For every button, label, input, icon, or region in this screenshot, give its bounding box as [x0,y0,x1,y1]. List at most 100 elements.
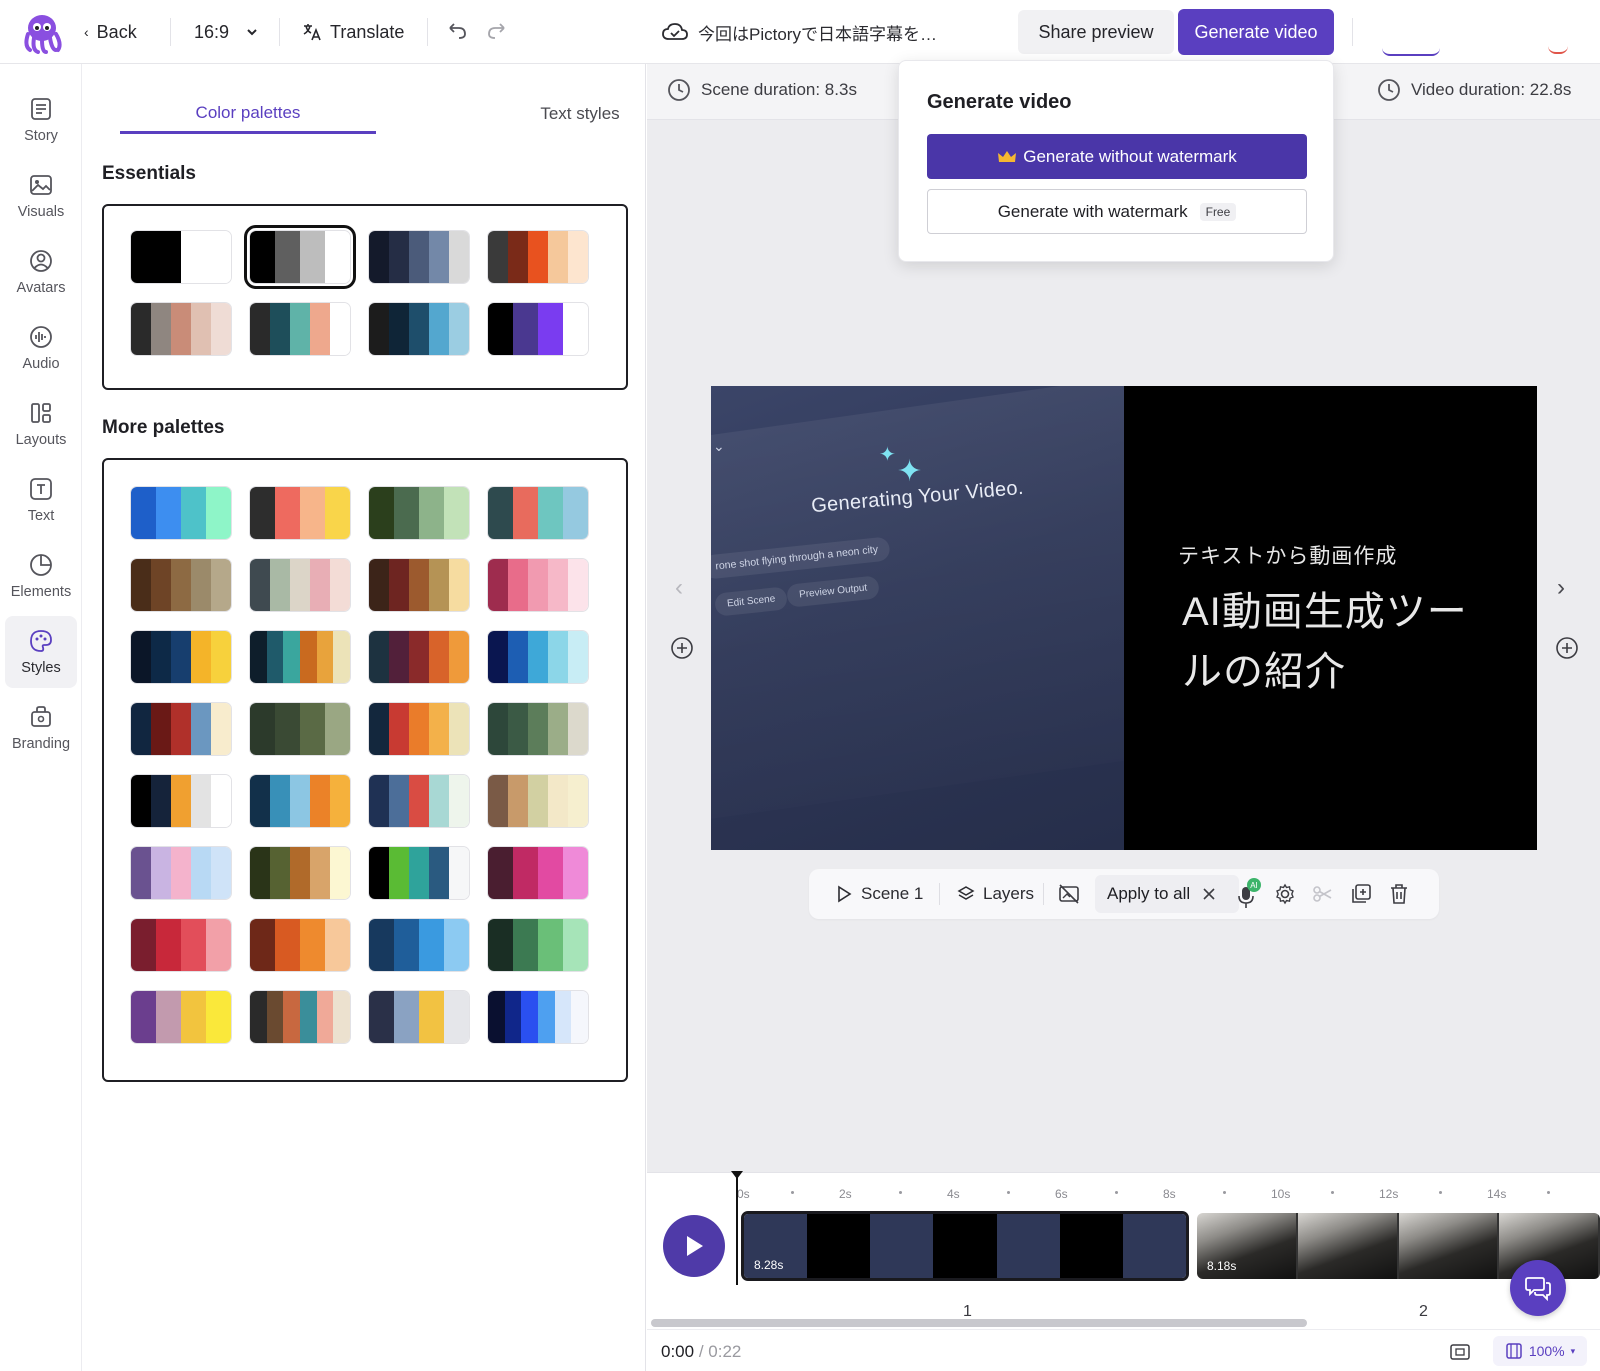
palette-swatch[interactable] [249,918,351,972]
palette-swatch[interactable] [249,302,351,356]
palette-swatch[interactable] [249,846,351,900]
palette-swatch[interactable] [487,774,589,828]
palette-swatch[interactable] [487,846,589,900]
rail-item-branding[interactable]: Branding [5,692,77,764]
palette-swatch[interactable] [130,230,232,284]
playhead[interactable] [731,1171,743,1285]
rail-item-text[interactable]: Text [5,464,77,536]
undo-button[interactable] [444,14,468,50]
palette-swatch[interactable] [130,302,232,356]
palette-swatch[interactable] [130,558,232,612]
scene-preview[interactable]: ⌄ ✦ ✦ Generating Your Video. rone shot f… [711,386,1537,850]
chat-support-button[interactable] [1510,1260,1566,1316]
palette-swatch[interactable] [487,990,589,1044]
palette-swatch[interactable] [368,846,470,900]
palette-swatch[interactable] [130,990,232,1044]
palette-swatch[interactable] [487,918,589,972]
palette-swatch[interactable] [244,225,356,289]
palette-color [290,847,310,899]
duplicate-icon[interactable] [1349,882,1373,906]
palette-swatch[interactable] [368,302,470,356]
layers-button[interactable]: Layers [957,869,1034,919]
timeline-clip-scene-1[interactable]: 8.28s [741,1211,1189,1281]
zoom-control[interactable]: 100% ▾ [1493,1336,1587,1366]
aspect-ratio-select[interactable]: 16:9 [194,14,259,50]
palette-swatch[interactable] [368,990,470,1044]
share-preview-button[interactable]: Share preview [1018,10,1174,54]
palette-swatch[interactable] [249,486,351,540]
palette-swatch[interactable] [368,774,470,828]
translate-button[interactable]: Translate [302,14,404,50]
palette-swatch[interactable] [487,302,589,356]
ai-voice-button[interactable]: AI [1235,878,1261,910]
redo-button[interactable] [486,14,510,50]
palette-swatch[interactable] [249,558,351,612]
preview-subtitle[interactable]: テキストから動画作成 [1178,540,1397,570]
rail-item-styles[interactable]: Styles [5,616,77,688]
generate-without-watermark-button[interactable]: Generate without watermark [927,134,1307,179]
scene-play-button[interactable]: Scene 1 [835,869,923,919]
palette-swatch[interactable] [368,702,470,756]
rail-item-visuals[interactable]: Visuals [5,160,77,232]
next-scene-arrow-icon[interactable]: › [1557,574,1565,602]
palette-color [429,847,449,899]
palette-swatch[interactable] [487,630,589,684]
palette-swatch[interactable] [368,230,470,284]
rail-item-elements[interactable]: Elements [5,540,77,612]
palette-swatch[interactable] [368,486,470,540]
palette-swatch[interactable] [249,630,351,684]
palette-swatch[interactable] [130,918,232,972]
translate-label: Translate [330,21,405,42]
generate-video-button[interactable]: Generate video [1178,9,1334,55]
palette-swatch[interactable] [368,558,470,612]
palette-swatch[interactable] [249,702,351,756]
palette-swatch[interactable] [130,702,232,756]
project-title[interactable]: 今回はPictoryで日本語字幕を… [662,14,937,50]
palette-swatch[interactable] [249,990,351,1044]
palette-swatch[interactable] [130,774,232,828]
play-button[interactable] [663,1215,725,1277]
prev-scene-arrow-icon[interactable]: ‹ [675,574,683,602]
clip-frame [1297,1213,1399,1279]
palette-color [211,775,231,827]
palette-swatch[interactable] [130,846,232,900]
apply-to-all-control[interactable]: Apply to all [1095,875,1239,913]
palette-color [571,991,588,1043]
back-button[interactable]: ‹ Back [84,14,137,50]
octopus-logo-icon[interactable] [18,10,66,54]
divider [1352,18,1353,46]
trash-icon[interactable] [1387,882,1411,906]
rail-item-story[interactable]: Story [5,84,77,156]
palette-swatch[interactable] [130,630,232,684]
timeline-scrollbar[interactable] [651,1319,1307,1327]
palette-swatch[interactable] [487,230,589,284]
scissors-icon[interactable] [1311,882,1335,906]
hide-visual-icon[interactable] [1057,882,1081,906]
timeline-tick-dot [1007,1191,1010,1194]
tab-color-palettes[interactable]: Color palettes [120,94,376,134]
avatar[interactable] [1548,46,1568,54]
palette-color [563,919,588,971]
add-scene-before-icon[interactable] [670,636,694,660]
upgrade-button[interactable] [1382,44,1440,56]
add-scene-after-icon[interactable] [1555,636,1579,660]
preview-title[interactable]: AI動画生成ツールの紹介 [1182,582,1502,702]
rail-item-avatars[interactable]: Avatars [5,236,77,308]
chevron-down-icon [247,29,257,36]
palette-color [449,231,469,283]
palette-swatch[interactable] [249,774,351,828]
close-icon[interactable] [1202,887,1216,901]
fit-to-screen-icon[interactable] [1449,1342,1471,1362]
palette-swatch[interactable] [368,630,470,684]
gear-icon[interactable] [1273,882,1297,906]
palette-swatch[interactable] [368,918,470,972]
generate-with-watermark-button[interactable]: Generate with watermark Free [927,189,1307,234]
timeline-tick-label: 8s [1163,1187,1176,1201]
palette-swatch[interactable] [487,486,589,540]
palette-swatch[interactable] [487,558,589,612]
palette-swatch[interactable] [130,486,232,540]
palette-swatch[interactable] [487,702,589,756]
rail-item-audio[interactable]: Audio [5,312,77,384]
rail-item-layouts[interactable]: Layouts [5,388,77,460]
timeline-tick-dot [899,1191,902,1194]
